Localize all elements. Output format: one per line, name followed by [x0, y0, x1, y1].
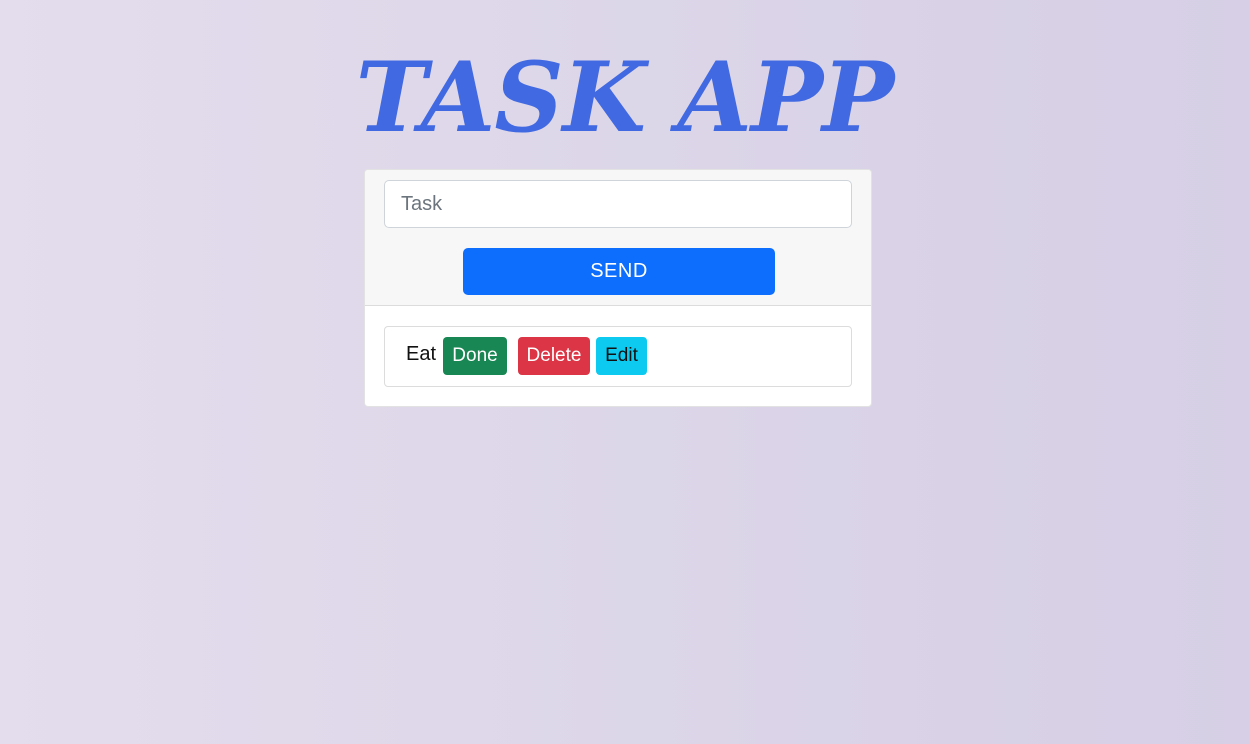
edit-button[interactable]: Edit	[596, 337, 647, 375]
send-button[interactable]: SEND	[463, 248, 775, 295]
done-button[interactable]: Done	[443, 337, 507, 375]
task-form: SEND	[365, 170, 871, 306]
app-title: TASK APP	[355, 41, 895, 154]
task-text: Eat	[406, 343, 437, 365]
task-list: Eat Done Delete Edit	[365, 306, 871, 406]
task-input[interactable]	[384, 180, 852, 228]
task-card: SEND Eat Done Delete Edit	[364, 169, 872, 407]
list-item: Eat Done Delete Edit	[384, 326, 852, 387]
delete-button[interactable]: Delete	[518, 337, 590, 375]
